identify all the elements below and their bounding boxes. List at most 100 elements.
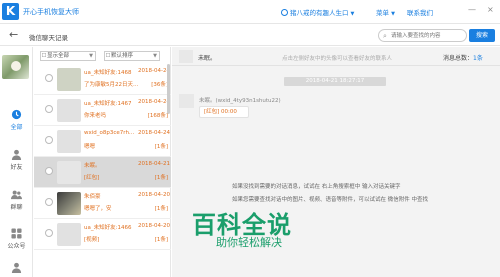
avatar bbox=[57, 223, 81, 246]
message-total-label: 消息总数： bbox=[443, 55, 474, 62]
message-count: [1条] bbox=[154, 175, 168, 181]
minimize-icon[interactable]: — bbox=[468, 5, 476, 14]
apps-icon bbox=[11, 228, 22, 239]
user-menu[interactable]: 猪八戒的有趣人生口 ▼ bbox=[281, 7, 354, 17]
menu-label: 菜单 bbox=[376, 9, 389, 17]
contact-us-link[interactable]: 联系我们 bbox=[407, 7, 433, 17]
list-item[interactable]: ua_未知好友:1468 2018-04-24 了为康敏5月22日天… [36条… bbox=[34, 64, 171, 95]
list-item[interactable]: ua_未知好友:1467 2018-04-24 你来老吗 [168条] bbox=[34, 95, 171, 126]
avatar bbox=[57, 130, 81, 153]
contact-name: ua_未知好友:1468 bbox=[84, 70, 132, 76]
page-title: 微信聊天记录 bbox=[29, 34, 68, 42]
avatar bbox=[57, 192, 81, 215]
checkbox-icon bbox=[42, 53, 46, 57]
radio-button[interactable] bbox=[45, 74, 53, 82]
radio-button[interactable] bbox=[45, 198, 53, 206]
person-icon bbox=[11, 262, 22, 273]
checkbox-icon bbox=[106, 53, 110, 57]
nav-item-official-accounts[interactable]: 公众号 bbox=[0, 228, 33, 250]
message-bubble[interactable]: [红包] 00:00 bbox=[199, 106, 249, 118]
chevron-down-icon: ▼ bbox=[89, 53, 93, 59]
message-preview: 嗯嗯了，安 bbox=[84, 206, 112, 212]
person-icon bbox=[11, 149, 22, 160]
app-logo: K bbox=[2, 3, 19, 20]
nav-item-groups[interactable]: 群聊 bbox=[0, 189, 33, 211]
list-item[interactable]: 朱佰豪 2018-04-20 嗯嗯了，安 [1条] bbox=[34, 188, 171, 219]
message-preview: [视频] bbox=[84, 237, 100, 243]
message-count: [168条] bbox=[147, 113, 168, 119]
chat-contact-name: 未眠。 bbox=[198, 55, 217, 62]
avatar bbox=[57, 68, 81, 91]
sort-select[interactable]: 默认排序 ▼ bbox=[104, 51, 160, 61]
message-date: 2018-04-21 bbox=[138, 161, 170, 167]
menu-button[interactable]: 菜单 ▼ bbox=[376, 7, 395, 17]
sort-value: 默认排序 bbox=[111, 53, 134, 59]
watermark-subtitle: 助你轻松解决 bbox=[216, 236, 282, 249]
close-icon[interactable]: × bbox=[487, 5, 494, 14]
sender-name: 未眠。(wxid_4ty93n1shutu22) bbox=[199, 98, 281, 104]
chat-hint: 点击左侧好友中的头像可以查看好友的联系人 bbox=[282, 56, 393, 62]
message-preview: [红包] bbox=[84, 175, 100, 181]
conversation-list: 显示全部 ▼ 默认排序 ▼ ua_未知好友:1468 2018-04-24 了为… bbox=[34, 47, 171, 277]
message-date: 2018-04-20 bbox=[138, 192, 170, 198]
avatar bbox=[57, 99, 81, 122]
list-item[interactable]: 未眠。 2018-04-21 [红包] [1条] bbox=[34, 157, 171, 188]
avatar[interactable] bbox=[2, 55, 29, 79]
message-count: [1条] bbox=[154, 144, 168, 150]
radio-button[interactable] bbox=[45, 167, 53, 175]
message-count: [1条] bbox=[154, 237, 168, 243]
watermark: 百科全说 助你轻松解决 bbox=[182, 205, 322, 277]
nav-item-all[interactable]: 全部 bbox=[0, 109, 33, 131]
search-tip: 如果没找到需要的对话消息，试试在 右上角搜索框中 输入对话关键字 bbox=[232, 184, 401, 190]
avatar bbox=[179, 50, 193, 63]
nav-label-official-accounts: 公众号 bbox=[7, 243, 26, 250]
group-icon bbox=[11, 190, 22, 200]
contact-name: wxid_o8p3ce7rh… bbox=[84, 130, 135, 136]
nav-item-friends[interactable]: 好友 bbox=[0, 149, 33, 171]
radio-button[interactable] bbox=[45, 229, 53, 237]
avatar bbox=[57, 161, 81, 184]
message-date: 2018-04-24 bbox=[138, 130, 170, 136]
message-total-value: 1条 bbox=[473, 55, 483, 62]
back-arrow-icon[interactable]: ← bbox=[9, 28, 18, 41]
message-date: 2018-04-24 bbox=[138, 68, 170, 74]
scrollbar[interactable] bbox=[167, 64, 170, 114]
chevron-down-icon: ▼ bbox=[153, 53, 157, 59]
contact-name: 未眠。 bbox=[84, 163, 101, 169]
nav-label-all: 全部 bbox=[10, 124, 23, 131]
message-count: [1条] bbox=[154, 206, 168, 212]
message-count: [36条] bbox=[151, 82, 168, 88]
search-box[interactable]: ⌕ bbox=[378, 29, 467, 42]
clock-icon bbox=[11, 109, 22, 120]
chevron-down-icon: ▼ bbox=[391, 11, 395, 17]
date-separator: 2018-04-21 18:27:17 bbox=[284, 77, 386, 86]
contact-name: ua_未知好友:1466 bbox=[84, 225, 132, 231]
filter-value: 显示全部 bbox=[47, 53, 70, 59]
user-name: 猪八戒的有趣人生口 bbox=[290, 9, 349, 17]
message-date: 2018-04-20 bbox=[138, 223, 170, 229]
app-title: 开心手机恢复大师 bbox=[23, 8, 79, 16]
search-icon: ⌕ bbox=[383, 32, 387, 40]
message-preview: 你来老吗 bbox=[84, 113, 107, 119]
radio-button[interactable] bbox=[45, 136, 53, 144]
nav-item-more[interactable] bbox=[0, 262, 33, 275]
message-preview: 了为康敏5月22日天… bbox=[84, 82, 139, 88]
sub-header: ← 微信聊天记录 ⌕ 搜索 bbox=[0, 25, 500, 46]
message-date: 2018-04-24 bbox=[138, 99, 170, 105]
list-header: 显示全部 ▼ 默认排序 ▼ bbox=[34, 47, 171, 63]
list-item[interactable]: ua_未知好友:1466 2018-04-20 [视频] [1条] bbox=[34, 219, 171, 250]
contact-name: ua_未知好友:1467 bbox=[84, 101, 132, 107]
list-item[interactable]: wxid_o8p3ce7rh… 2018-04-24 嗯嗯 [1条] bbox=[34, 126, 171, 157]
search-button[interactable]: 搜索 bbox=[469, 29, 495, 42]
search-input[interactable] bbox=[391, 31, 465, 41]
contact-name: 朱佰豪 bbox=[84, 194, 101, 200]
user-icon bbox=[281, 9, 288, 16]
filter-select[interactable]: 显示全部 ▼ bbox=[40, 51, 96, 61]
title-bar: K 开心手机恢复大师 猪八戒的有趣人生口 ▼ 菜单 ▼ 联系我们 — × bbox=[0, 0, 500, 24]
attachment-tip: 如果您需要查找对话中的图片、视频、语音等附件，可以试试在 微信附件 中查找 bbox=[232, 197, 428, 203]
nav-sidebar: 全部 好友 群聊 公众号 bbox=[0, 47, 33, 277]
chevron-down-icon: ▼ bbox=[350, 11, 355, 17]
radio-button[interactable] bbox=[45, 105, 53, 113]
nav-label-groups: 群聊 bbox=[10, 204, 23, 211]
chat-header: 未眠。 点击左侧好友中的头像可以查看好友的联系人 消息总数：1条 bbox=[172, 47, 500, 66]
